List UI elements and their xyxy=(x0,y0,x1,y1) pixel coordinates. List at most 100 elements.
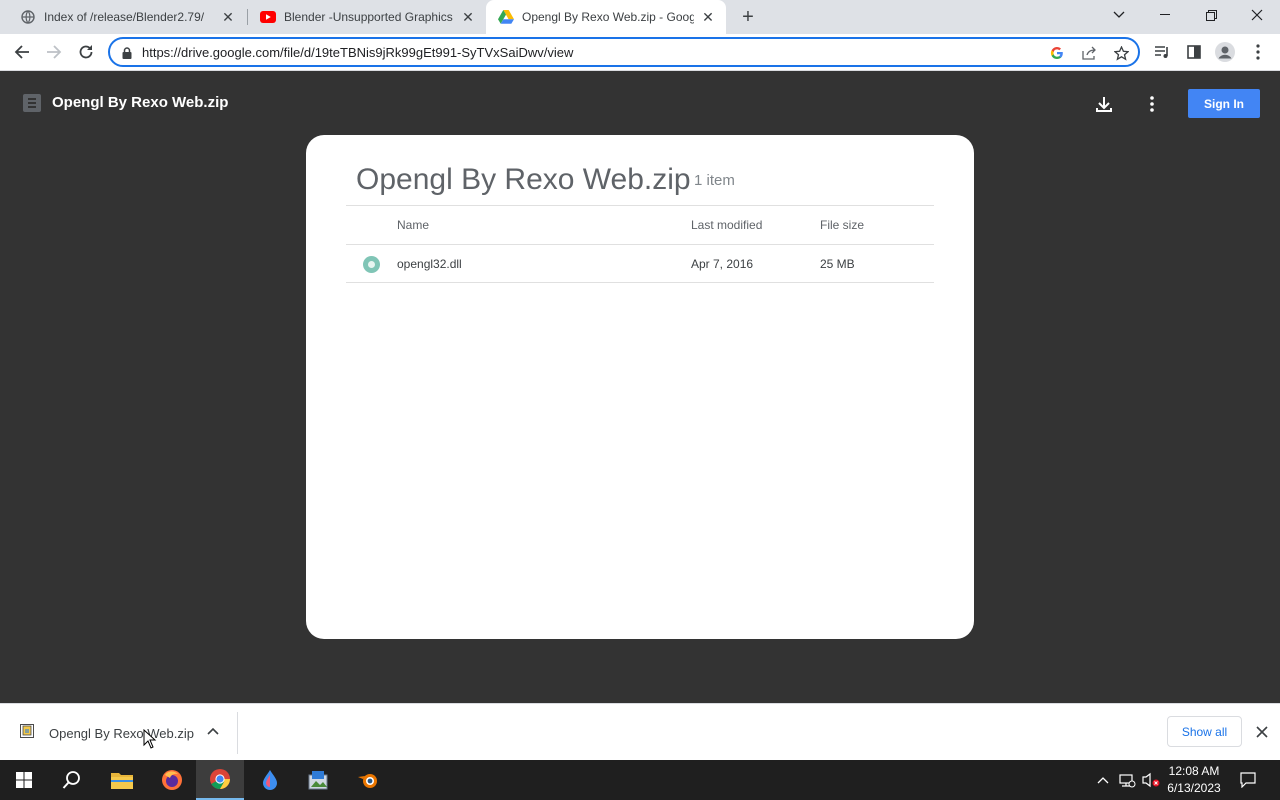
chrome-icon xyxy=(210,769,230,790)
tab-close-icon[interactable]: ✕ xyxy=(220,9,236,25)
restore-button[interactable] xyxy=(1188,0,1234,30)
side-panel-icon xyxy=(1187,45,1201,59)
new-tab-button[interactable]: + xyxy=(736,5,760,29)
address-bar[interactable]: https://drive.google.com/file/d/19teTBNi… xyxy=(108,37,1140,67)
file-name: opengl32.dll xyxy=(397,257,462,271)
archive-title: Opengl By Rexo Web.zip xyxy=(356,163,691,196)
media-controls-button[interactable] xyxy=(1150,40,1174,64)
download-shelf: Opengl By Rexo Web.zip Show all xyxy=(0,703,1280,760)
windows-logo-icon xyxy=(16,772,32,788)
archive-contents-card: Opengl By Rexo Web.zip 1 item Name Last … xyxy=(306,135,974,639)
chevron-up-icon xyxy=(1097,777,1109,784)
file-table: Name Last modified File size opengl32.dl… xyxy=(346,205,934,283)
download-icon xyxy=(1096,97,1112,112)
close-shelf-button[interactable] xyxy=(1252,722,1272,742)
file-modified: Apr 7, 2016 xyxy=(691,257,754,271)
column-header-last-modified[interactable]: Last modified xyxy=(691,218,762,232)
reload-button[interactable] xyxy=(74,40,98,64)
windows-taskbar: 12:08 AM 6/13/2023 xyxy=(0,760,1280,800)
tab-title: Opengl By Rexo Web.zip - Google xyxy=(522,10,694,24)
profile-button[interactable] xyxy=(1213,40,1237,64)
side-panel-button[interactable] xyxy=(1182,40,1206,64)
arrow-right-icon xyxy=(47,45,62,59)
table-row[interactable]: opengl32.dll Apr 7, 2016 25 MB xyxy=(346,244,934,283)
google-lens-icon[interactable] xyxy=(1048,44,1066,62)
mouse-cursor-icon xyxy=(143,729,157,749)
download-item-name[interactable]: Opengl By Rexo Web.zip xyxy=(49,726,194,741)
file-size: 25 MB xyxy=(820,257,855,271)
image-editor-icon xyxy=(308,771,328,790)
start-button[interactable] xyxy=(0,760,48,800)
tab-youtube-blender[interactable]: Blender -Unsupported Graphics C ✕ xyxy=(248,0,486,34)
forward-button[interactable] xyxy=(42,40,66,64)
firefox-button[interactable] xyxy=(148,760,196,800)
zip-file-icon xyxy=(20,724,36,739)
back-button[interactable] xyxy=(10,40,34,64)
bookmark-star-icon[interactable] xyxy=(1112,44,1130,62)
system-clock[interactable]: 12:08 AM 6/13/2023 xyxy=(1160,763,1228,797)
tab-search-button[interactable] xyxy=(1096,0,1142,30)
table-header-row: Name Last modified File size xyxy=(346,205,934,244)
column-header-file-size[interactable]: File size xyxy=(820,218,864,232)
chevron-down-icon xyxy=(1113,11,1125,18)
reload-icon xyxy=(79,45,93,59)
action-center-icon xyxy=(1240,772,1256,788)
archive-file-icon xyxy=(23,94,41,112)
blender-button[interactable] xyxy=(344,760,392,800)
column-header-name[interactable]: Name xyxy=(397,218,429,232)
tab-google-drive[interactable]: Opengl By Rexo Web.zip - Google ✕ xyxy=(486,0,726,34)
tab-close-icon[interactable]: ✕ xyxy=(460,9,476,25)
lock-icon xyxy=(122,46,132,64)
search-icon xyxy=(62,771,80,789)
chevron-up-icon xyxy=(207,727,219,735)
kebab-menu-icon xyxy=(1150,96,1154,112)
notifications-button[interactable] xyxy=(1234,760,1262,800)
tab-title: Blender -Unsupported Graphics C xyxy=(284,10,454,24)
blender-icon xyxy=(358,774,377,788)
tab-strip: Index of /release/Blender2.79/ ✕ Blender… xyxy=(0,0,1280,34)
share-icon[interactable] xyxy=(1080,44,1098,62)
tab-blender-index[interactable]: Index of /release/Blender2.79/ ✕ xyxy=(8,0,246,34)
chrome-menu-button[interactable] xyxy=(1246,40,1270,64)
show-hidden-icons-button[interactable] xyxy=(1094,760,1112,800)
volume-muted-icon xyxy=(1142,772,1160,788)
krita-drop-icon xyxy=(263,770,277,790)
kebab-menu-icon xyxy=(1256,44,1260,60)
shelf-divider xyxy=(237,712,238,754)
file-explorer-button[interactable] xyxy=(98,760,146,800)
avatar-icon xyxy=(1215,42,1235,62)
media-queue-icon xyxy=(1155,46,1168,58)
image-editor-button[interactable] xyxy=(294,760,342,800)
drop-app-button[interactable] xyxy=(246,760,294,800)
close-icon xyxy=(1256,726,1268,738)
show-all-button[interactable]: Show all xyxy=(1167,716,1242,747)
taskbar-search-button[interactable] xyxy=(48,760,96,800)
sign-in-button[interactable]: Sign In xyxy=(1188,89,1260,118)
clock-time: 12:08 AM xyxy=(1168,764,1220,778)
arrow-left-icon xyxy=(14,45,29,59)
browser-toolbar: https://drive.google.com/file/d/19teTBNi… xyxy=(0,34,1280,71)
file-explorer-icon xyxy=(111,773,133,789)
youtube-icon xyxy=(260,9,276,25)
download-options-button[interactable] xyxy=(204,722,222,740)
minimize-icon xyxy=(1160,14,1170,15)
drive-viewer-header: Opengl By Rexo Web.zip Sign In xyxy=(0,71,1280,135)
google-drive-icon xyxy=(498,9,514,25)
tab-close-icon[interactable]: ✕ xyxy=(700,9,716,25)
volume-button[interactable] xyxy=(1140,760,1162,800)
url-text: https://drive.google.com/file/d/19teTBNi… xyxy=(142,45,574,60)
network-status-button[interactable] xyxy=(1116,760,1138,800)
minimize-button[interactable] xyxy=(1142,0,1188,30)
download-button[interactable] xyxy=(1092,92,1116,116)
chrome-taskbar-button[interactable] xyxy=(196,760,244,800)
network-icon xyxy=(1119,774,1136,788)
item-count: 1 item xyxy=(694,172,735,189)
close-window-button[interactable] xyxy=(1234,0,1280,30)
viewer-file-title: Opengl By Rexo Web.zip xyxy=(52,94,229,111)
more-actions-button[interactable] xyxy=(1140,92,1164,116)
close-icon xyxy=(1251,9,1263,21)
tab-title: Index of /release/Blender2.79/ xyxy=(44,10,205,24)
firefox-icon xyxy=(162,770,182,790)
globe-icon xyxy=(20,9,36,25)
restore-icon xyxy=(1205,9,1217,21)
